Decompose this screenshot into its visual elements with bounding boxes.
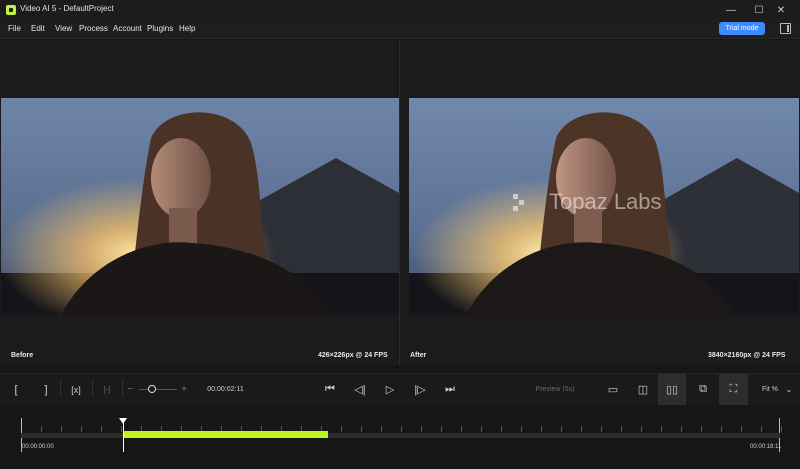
timeline-tick <box>641 426 642 432</box>
watermark-text: Topaz Labs <box>549 189 662 214</box>
skip-forward-icon: ⏭ <box>445 383 455 395</box>
single-view-button[interactable]: ▭ <box>602 374 624 405</box>
zoom-out-button[interactable]: − <box>124 374 136 405</box>
timeline-tick <box>481 426 482 432</box>
playback-controls: [ ] [x] [▫] − + 00:00:02:11 ⏮ ◁| ▷ |▷ ⏭ … <box>0 373 800 405</box>
menu-bar: File Edit View Process Account Plugins H… <box>0 20 800 39</box>
timeline-tick <box>101 426 102 432</box>
timeline-tick <box>521 426 522 432</box>
after-resolution: 3840×2160px @ 24 FPS <box>708 352 786 359</box>
play-button[interactable]: ▷ <box>381 374 399 405</box>
minimize-icon: — <box>726 4 736 16</box>
controls-separator <box>60 379 61 397</box>
timeline-tick <box>581 426 582 432</box>
app-logo-icon <box>6 5 16 15</box>
fullscreen-icon: ⛶ <box>729 383 738 395</box>
title-bar: Video AI 5 - DefaultProject — ☐ ✕ <box>0 0 800 20</box>
timeline-tick <box>61 426 62 432</box>
clear-range-button[interactable]: [x] <box>64 374 88 405</box>
timeline-tick <box>41 426 42 432</box>
close-icon: ✕ <box>776 4 786 16</box>
controls-separator <box>122 379 123 397</box>
trial-mode-button[interactable]: Trial mode <box>719 22 765 35</box>
skip-to-end-button[interactable]: ⏭ <box>441 374 459 405</box>
timeline-tick <box>781 426 782 432</box>
timeline-tick <box>401 426 402 432</box>
bracket-x-icon: [x] <box>71 384 81 395</box>
bracket-left-icon: [ <box>14 383 18 396</box>
zoom-level-select[interactable]: Fit % <box>758 374 782 405</box>
zoom-dropdown-chevron[interactable]: ⌄ <box>784 374 794 405</box>
compare-view-button[interactable]: ⧉ <box>692 374 714 405</box>
next-frame-button[interactable]: |▷ <box>411 374 429 405</box>
current-timecode: 00:00:02:11 <box>207 386 244 393</box>
timeline-end-time: 00:00:18:11 <box>750 444 782 450</box>
controls-separator <box>92 379 93 397</box>
bracket-square-icon: [▫] <box>103 385 111 394</box>
menu-process[interactable]: Process <box>79 24 108 33</box>
viewer-divider <box>399 40 400 365</box>
timeline-tick <box>501 426 502 432</box>
timeline-tick <box>621 426 622 432</box>
after-label: After <box>410 352 427 359</box>
before-preview-image <box>1 98 399 315</box>
step-back-icon: ◁| <box>354 384 366 396</box>
range-disabled-button[interactable]: [▫] <box>96 374 118 405</box>
side-by-side-view-button[interactable]: ▯▯ <box>658 374 686 405</box>
menu-edit[interactable]: Edit <box>31 24 45 33</box>
timeline-tick <box>421 426 422 432</box>
plus-icon: + <box>181 384 187 395</box>
timeline-tick <box>381 426 382 432</box>
timeline-tick <box>81 426 82 432</box>
playhead-handle-icon[interactable] <box>119 418 128 424</box>
close-button[interactable]: ✕ <box>762 0 800 20</box>
skip-back-icon: ⏮ <box>325 383 335 395</box>
zoom-slider-handle[interactable] <box>148 385 157 393</box>
play-icon: ▷ <box>385 384 395 396</box>
menu-view[interactable]: View <box>55 24 72 33</box>
timeline-tick <box>721 426 722 432</box>
split-view-button[interactable]: ◫ <box>632 374 654 405</box>
timeline-tick <box>761 426 762 432</box>
after-preview-image: Topaz Labs <box>409 98 799 315</box>
timeline-tick <box>661 426 662 432</box>
window-title: Video AI 5 - DefaultProject <box>20 4 114 13</box>
menu-account[interactable]: Account <box>113 24 142 33</box>
timeline-selected-range[interactable] <box>123 431 329 438</box>
timeline-tick <box>681 426 682 432</box>
side-panel-toggle-icon[interactable] <box>780 23 791 34</box>
side-by-side-icon: ▯▯ <box>665 384 679 396</box>
set-in-point-button[interactable]: [ <box>6 374 26 405</box>
timeline-tick <box>741 426 742 432</box>
step-forward-icon: |▷ <box>414 384 426 396</box>
preview-button[interactable]: Preview (5s) <box>530 374 580 405</box>
timeline-tick <box>701 426 702 432</box>
compare-view-icon: ⧉ <box>699 383 707 395</box>
before-resolution: 426×226px @ 24 FPS <box>318 352 388 359</box>
timeline-start-time: 00:00:00:00 <box>22 444 54 450</box>
timeline-tick <box>461 426 462 432</box>
timeline-tick <box>541 426 542 432</box>
timeline-tick <box>601 426 602 432</box>
zoom-in-button[interactable]: + <box>178 374 190 405</box>
minus-icon: − <box>127 384 133 395</box>
timeline-tick <box>361 426 362 432</box>
timeline-tick <box>121 426 122 432</box>
timeline-tick <box>441 426 442 432</box>
menu-file[interactable]: File <box>8 24 21 33</box>
previous-frame-button[interactable]: ◁| <box>351 374 369 405</box>
split-view-icon: ◫ <box>637 384 649 396</box>
zoom-slider-track[interactable] <box>139 389 177 390</box>
single-view-icon: ▭ <box>607 384 619 396</box>
before-label: Before <box>11 352 34 359</box>
menu-help[interactable]: Help <box>179 24 195 33</box>
bracket-right-icon: ] <box>44 383 48 396</box>
timeline-tick <box>341 426 342 432</box>
set-out-point-button[interactable]: ] <box>36 374 56 405</box>
timeline-tick <box>561 426 562 432</box>
skip-to-start-button[interactable]: ⏮ <box>321 374 339 405</box>
fullscreen-button[interactable]: ⛶ <box>719 374 748 405</box>
chevron-down-icon: ⌄ <box>785 385 793 394</box>
menu-plugins[interactable]: Plugins <box>147 24 173 33</box>
